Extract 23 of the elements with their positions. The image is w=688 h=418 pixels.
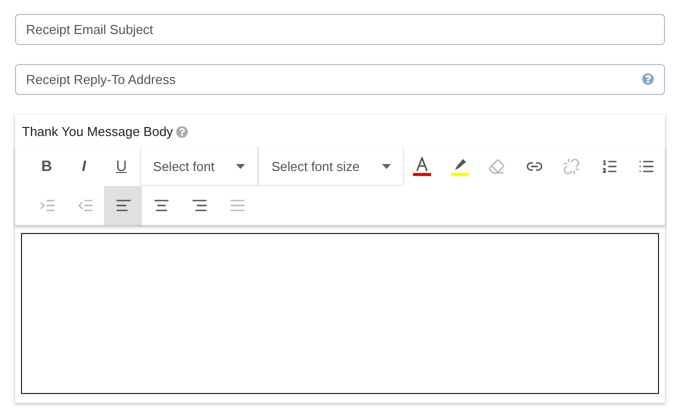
align-right-icon xyxy=(190,197,208,214)
numbered-list-icon xyxy=(600,158,618,175)
text-field[interactable]: Receipt Email Subject xyxy=(15,14,665,45)
text-color-icon xyxy=(413,156,432,176)
outdent-icon xyxy=(76,197,94,214)
align-left-button[interactable] xyxy=(104,186,142,225)
align-left-icon xyxy=(114,197,132,214)
align-justify-icon xyxy=(228,197,246,214)
bullet-list-icon xyxy=(638,158,655,175)
select-dropdown[interactable]: Select font xyxy=(140,147,258,186)
bold-button[interactable]: B xyxy=(28,147,66,186)
italic-button[interactable]: I xyxy=(65,147,103,186)
pencil-icon xyxy=(450,156,469,176)
caret-icon xyxy=(236,164,246,168)
indent-icon xyxy=(38,197,56,214)
select-dropdown[interactable]: Select font size xyxy=(258,147,404,186)
eraser-icon xyxy=(488,158,506,175)
underline-button[interactable]: U xyxy=(102,147,140,186)
text-field[interactable]: Receipt Reply-To Address xyxy=(15,64,665,95)
field-label: Thank You Message Body xyxy=(22,124,174,139)
align-center-icon xyxy=(152,197,170,214)
caret-icon xyxy=(382,164,391,168)
unlink-icon xyxy=(563,158,580,175)
